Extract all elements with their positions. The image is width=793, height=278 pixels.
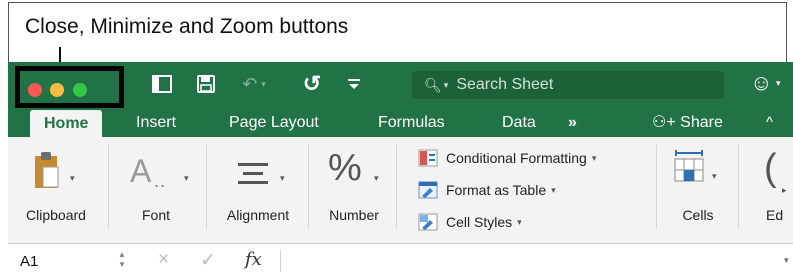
tab-data[interactable]: Data [502,108,536,137]
ribbon-divider [396,145,397,229]
ribbon-tabs: Home Insert Page Layout Formulas Data » … [8,108,793,137]
cells-group[interactable]: ▾ Cells [660,137,736,243]
format-as-table-label: Format as Table [446,182,547,198]
chevron-down-icon: ▾ [70,173,75,183]
cell-styles-button[interactable]: Cell Styles ▾ [418,209,522,235]
conditional-formatting-button[interactable]: Conditional Formatting ▾ [418,145,596,171]
name-box[interactable]: A1 [20,253,38,270]
format-as-table-icon [418,181,438,199]
ribbon-scroll-right-icon[interactable]: ▸ [782,185,787,196]
number-group[interactable]: % ▾ Number [314,137,394,243]
caption-text: Close, Minimize and Zoom buttons [25,15,349,38]
cell-styles-label: Cell Styles [446,214,513,230]
clipboard-label: Clipboard [26,207,86,223]
ribbon-divider [308,145,309,229]
conditional-formatting-label: Conditional Formatting [446,150,587,166]
close-button[interactable] [28,83,42,97]
tab-page-layout[interactable]: Page Layout [229,108,319,137]
customize-toolbar-icon[interactable] [342,72,366,96]
percent-icon: % [328,147,362,189]
title-bar: ↶▾ ↺ 🔍︎ ▾ ☺ ▾ [8,62,793,108]
add-person-icon: ⚇+ [652,114,676,131]
share-label: Share [680,114,723,131]
formula-bar: A1 ▴ ▾ × ✓ fx ▾ [8,244,793,278]
save-icon[interactable] [194,72,218,96]
chevron-down-icon: ▾ [184,173,189,183]
undo-icon[interactable]: ↶ ▾ [234,72,274,96]
chevron-down-icon: ▾ [551,184,556,195]
chevron-down-icon[interactable]: ▾ [776,78,781,89]
alignment-label: Alignment [226,207,290,223]
sidebar-icon[interactable] [150,72,174,96]
insert-function-icon[interactable]: fx [245,249,262,270]
zoom-button[interactable] [73,83,87,97]
redo-icon[interactable]: ↺ [300,71,324,96]
ribbon-divider [206,145,207,229]
window-controls-highlight [15,66,124,108]
enter-icon[interactable]: ✓ [200,249,216,272]
minimize-button[interactable] [50,83,64,97]
ribbon-divider [108,145,109,229]
tab-home[interactable]: Home [30,110,103,137]
cancel-icon[interactable]: × [158,249,169,271]
search-box[interactable]: 🔍︎ ▾ [412,71,724,99]
name-box-stepper[interactable]: ▴ ▾ [116,249,128,271]
format-as-table-button[interactable]: Format as Table ▾ [418,177,556,203]
align-center-icon [238,163,268,184]
chevron-down-icon: ▾ [517,216,522,227]
tab-formulas[interactable]: Formulas [378,108,445,137]
cells-icon [674,150,704,182]
formula-divider [280,250,281,272]
caption-box: Close, Minimize and Zoom buttons [8,2,787,69]
collapse-ribbon-icon[interactable]: ^ [766,108,773,137]
cells-label: Cells [682,207,714,223]
cell-styles-icon [418,213,438,231]
clipboard-group[interactable]: ▾ Clipboard [8,137,104,243]
share-button[interactable]: ⚇+ Share [652,108,723,137]
tab-insert[interactable]: Insert [136,108,176,137]
annotated-screenshot: Close, Minimize and Zoom buttons ↶ ▾ ↺ 🔍︎… [0,0,793,278]
chevron-down-icon: ▾ [591,152,597,163]
ribbon-divider [656,145,657,229]
search-input[interactable] [454,75,719,95]
expand-formula-bar-icon[interactable]: ▾ [784,255,789,266]
chevron-down-icon: ▾ [443,79,449,90]
editing-label: Ed [766,207,784,223]
conditional-formatting-icon [418,149,438,167]
font-icon: A [130,153,152,189]
font-group[interactable]: A .. ▾ Font [116,137,196,243]
font-dots: .. [154,171,167,191]
smiley-icon[interactable]: ☺ [750,70,772,96]
ribbon-home: ▾ Clipboard A .. ▾ Font ▾ Alignment % ▾ [8,137,793,244]
chevron-down-icon: ▾ [280,173,285,183]
find-icon: ( [764,147,777,189]
font-label: Font [141,207,170,223]
alignment-group[interactable]: ▾ Alignment [210,137,306,243]
clipboard-icon [35,152,59,188]
more-tabs-icon[interactable]: » [568,108,577,137]
chevron-down-icon: ▾ [374,173,379,183]
number-label: Number [329,207,379,223]
ribbon-divider [738,145,739,229]
search-icon: 🔍︎ [424,76,442,93]
chevron-down-icon: ▾ [712,171,717,181]
